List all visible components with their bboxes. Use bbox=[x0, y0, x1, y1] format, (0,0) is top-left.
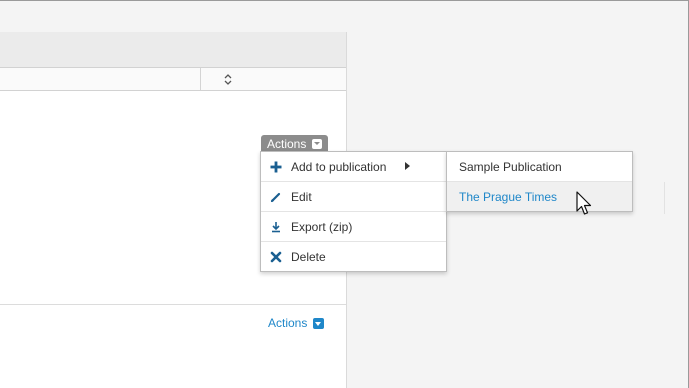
bottom-actions-label: Actions bbox=[268, 316, 308, 330]
sort-updown-icon[interactable] bbox=[222, 71, 234, 87]
submenu-item-sample-publication[interactable]: Sample Publication bbox=[447, 152, 632, 182]
column-divider bbox=[200, 68, 201, 90]
menu-item-label: Edit bbox=[291, 189, 312, 204]
menu-item-label: Export (zip) bbox=[291, 219, 353, 234]
plus-icon bbox=[270, 161, 282, 172]
bottom-actions-button[interactable]: Actions bbox=[268, 316, 325, 330]
panel-header bbox=[0, 32, 346, 67]
actions-dropdown-button[interactable]: Actions bbox=[261, 135, 329, 152]
submenu-item-the-prague-times[interactable]: The Prague Times bbox=[447, 182, 632, 211]
actions-button-label: Actions bbox=[267, 136, 307, 151]
table-column-header bbox=[0, 67, 346, 91]
menu-item-label: Delete bbox=[291, 249, 326, 264]
menu-item-edit[interactable]: Edit bbox=[261, 182, 446, 212]
submenu-item-label: Sample Publication bbox=[459, 159, 562, 174]
caret-down-box-icon bbox=[312, 138, 323, 149]
close-icon bbox=[270, 251, 282, 262]
download-icon bbox=[272, 221, 280, 232]
pencil-icon bbox=[270, 192, 281, 202]
divider-mark bbox=[664, 182, 665, 214]
publication-submenu: Sample Publication The Prague Times bbox=[446, 151, 633, 212]
menu-item-delete[interactable]: Delete bbox=[261, 242, 446, 271]
window-top-border bbox=[0, 0, 689, 1]
chevron-right-icon bbox=[405, 162, 410, 170]
mouse-cursor-icon bbox=[576, 191, 592, 215]
menu-item-label: Add to publication bbox=[291, 159, 387, 174]
menu-item-add-to-publication[interactable]: Add to publication bbox=[261, 152, 446, 182]
row-divider bbox=[0, 304, 346, 305]
menu-item-export-zip[interactable]: Export (zip) bbox=[261, 212, 446, 242]
actions-menu: Add to publication Edit Export (zip) Del… bbox=[260, 151, 447, 272]
caret-down-box-icon bbox=[313, 317, 325, 329]
submenu-item-label: The Prague Times bbox=[459, 189, 558, 204]
